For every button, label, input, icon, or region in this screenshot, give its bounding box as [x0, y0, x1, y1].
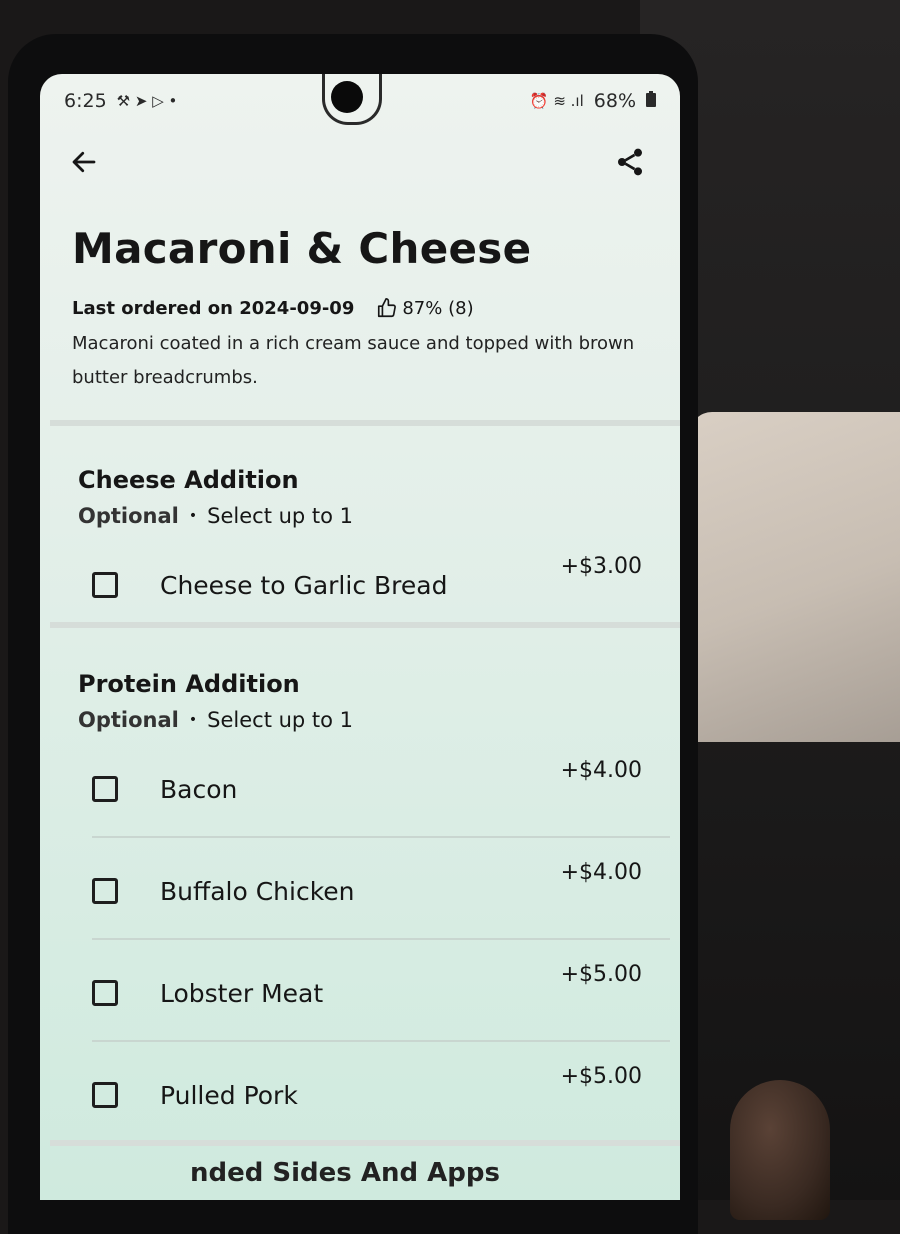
option-name: Pulled Pork [160, 1080, 298, 1110]
dish-description: Macaroni coated in a rich cream sauce an… [72, 333, 635, 388]
status-right: ⏰ ≋ .ıl 68% [530, 90, 656, 112]
status-bar: 6:25 ⚒ ➤ ▷ • ⏰ ≋ .ıl 68% [64, 86, 656, 116]
section-title: Cheese Addition [78, 466, 299, 494]
option-name: Lobster Meat [160, 978, 324, 1008]
option-pulled-pork[interactable]: Pulled Pork +$5.00 [92, 1060, 642, 1130]
checkbox[interactable] [92, 980, 118, 1006]
option-buffalo-chicken[interactable]: Buffalo Chicken +$4.00 [92, 856, 642, 926]
section-title: Protein Addition [78, 670, 300, 698]
battery-icon [646, 90, 656, 112]
battery-percent: 68% [593, 90, 636, 112]
option-price: +$3.00 [560, 554, 642, 579]
checkbox[interactable] [92, 1082, 118, 1108]
separator-dot: • [188, 508, 198, 524]
option-cheese-to-garlic-bread[interactable]: Cheese to Garlic Bread +$3.00 [92, 550, 642, 620]
dish-title: Macaroni & Cheese [72, 224, 532, 273]
back-arrow-icon [72, 151, 96, 173]
next-section-title-partial: nded Sides And Apps [190, 1158, 500, 1188]
separator-dot: • [188, 712, 198, 728]
status-time: 6:25 [64, 90, 107, 112]
checkbox[interactable] [92, 776, 118, 802]
section-subtitle: Optional • Select up to 1 [78, 708, 646, 732]
section-divider [50, 622, 680, 628]
option-lobster-meat[interactable]: Lobster Meat +$5.00 [92, 958, 642, 1028]
phone-screen: 6:25 ⚒ ➤ ▷ • ⏰ ≋ .ıl 68% Macaroni & Chee… [40, 74, 680, 1200]
share-button[interactable] [610, 142, 650, 182]
select-limit-label: Select up to 1 [207, 708, 354, 732]
checkbox[interactable] [92, 878, 118, 904]
app-bar [64, 140, 650, 184]
optional-label: Optional [78, 504, 179, 528]
section-divider [50, 420, 680, 426]
option-price: +$4.00 [560, 758, 642, 783]
option-name: Buffalo Chicken [160, 876, 355, 906]
status-left: 6:25 ⚒ ➤ ▷ • [64, 90, 177, 112]
dish-meta: Last ordered on 2024-09-09 87% (8) [72, 297, 656, 319]
option-name: Cheese to Garlic Bread [160, 570, 448, 600]
option-price: +$5.00 [560, 1064, 642, 1089]
optional-label: Optional [78, 708, 179, 732]
notification-icons: ⚒ ➤ ▷ • [116, 92, 178, 110]
section-cheese-addition: Cheese Addition Optional • Select up to … [78, 466, 646, 528]
section-subtitle: Optional • Select up to 1 [78, 504, 646, 528]
share-icon [618, 148, 642, 176]
section-divider [50, 1140, 680, 1146]
thumbs-up-icon [378, 298, 397, 318]
rating-text: 87% (8) [402, 297, 474, 319]
back-button[interactable] [64, 142, 104, 182]
section-protein-addition: Protein Addition Optional • Select up to… [78, 670, 646, 732]
select-limit-label: Select up to 1 [207, 504, 354, 528]
option-separator [92, 836, 670, 838]
checkbox[interactable] [92, 572, 118, 598]
dish-header: Macaroni & Cheese Last ordered on 2024-0… [72, 224, 656, 395]
option-name: Bacon [160, 774, 238, 804]
option-price: +$5.00 [560, 962, 642, 987]
option-separator [92, 938, 670, 940]
background-napkin [690, 412, 900, 742]
option-separator [92, 1040, 670, 1042]
last-ordered: Last ordered on 2024-09-09 [72, 297, 355, 319]
system-icons: ⏰ ≋ .ıl [529, 92, 584, 110]
rating: 87% (8) [376, 297, 474, 319]
option-bacon[interactable]: Bacon +$4.00 [92, 754, 642, 824]
hand-thumb [730, 1080, 830, 1220]
option-price: +$4.00 [560, 860, 642, 885]
